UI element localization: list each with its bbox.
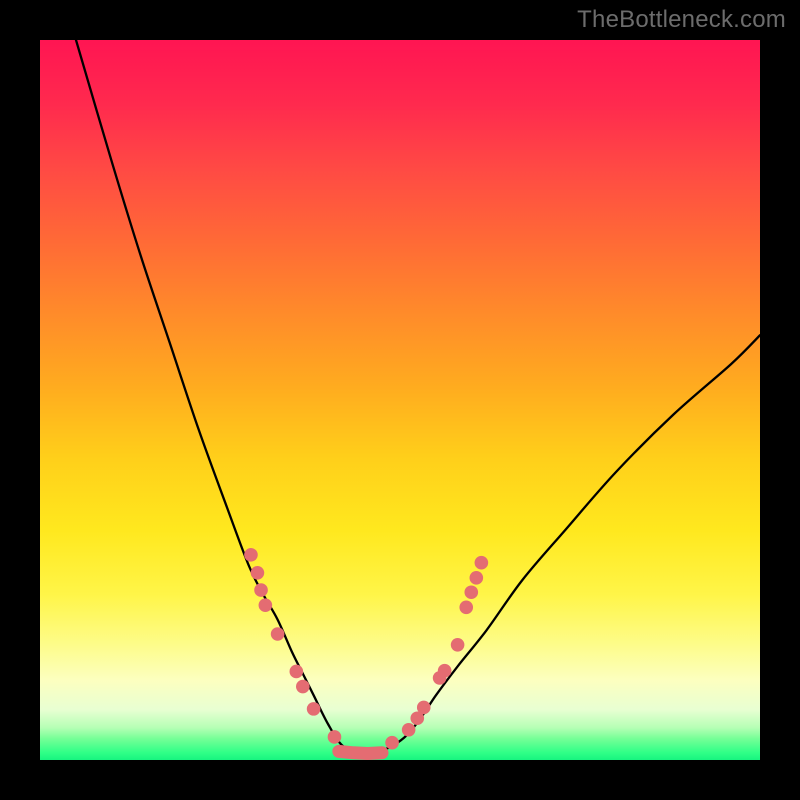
marker-dot <box>251 566 265 580</box>
curve-layer <box>40 40 760 760</box>
chart-frame: TheBottleneck.com <box>0 0 800 800</box>
marker-bottom-band <box>339 751 382 753</box>
marker-dot <box>417 701 431 715</box>
watermark-text: TheBottleneck.com <box>577 6 786 34</box>
marker-dot <box>328 730 342 744</box>
marker-cluster-right <box>385 556 488 750</box>
marker-dot <box>244 548 258 562</box>
marker-dot <box>451 638 465 652</box>
marker-dot <box>307 702 321 716</box>
marker-dot <box>254 583 268 597</box>
marker-dot <box>385 736 399 750</box>
curve-left <box>76 40 360 754</box>
marker-dot <box>464 585 478 599</box>
marker-cluster-left <box>244 548 341 744</box>
marker-dot <box>475 556 489 570</box>
marker-dot <box>296 680 310 694</box>
marker-dot <box>459 601 473 615</box>
plot-area <box>40 40 760 760</box>
marker-dot <box>402 723 416 737</box>
marker-dot <box>259 598 273 612</box>
marker-dot <box>290 665 304 679</box>
marker-dot <box>438 664 452 678</box>
curve-right <box>360 335 760 753</box>
marker-dot <box>271 627 285 641</box>
marker-dot <box>470 571 484 585</box>
